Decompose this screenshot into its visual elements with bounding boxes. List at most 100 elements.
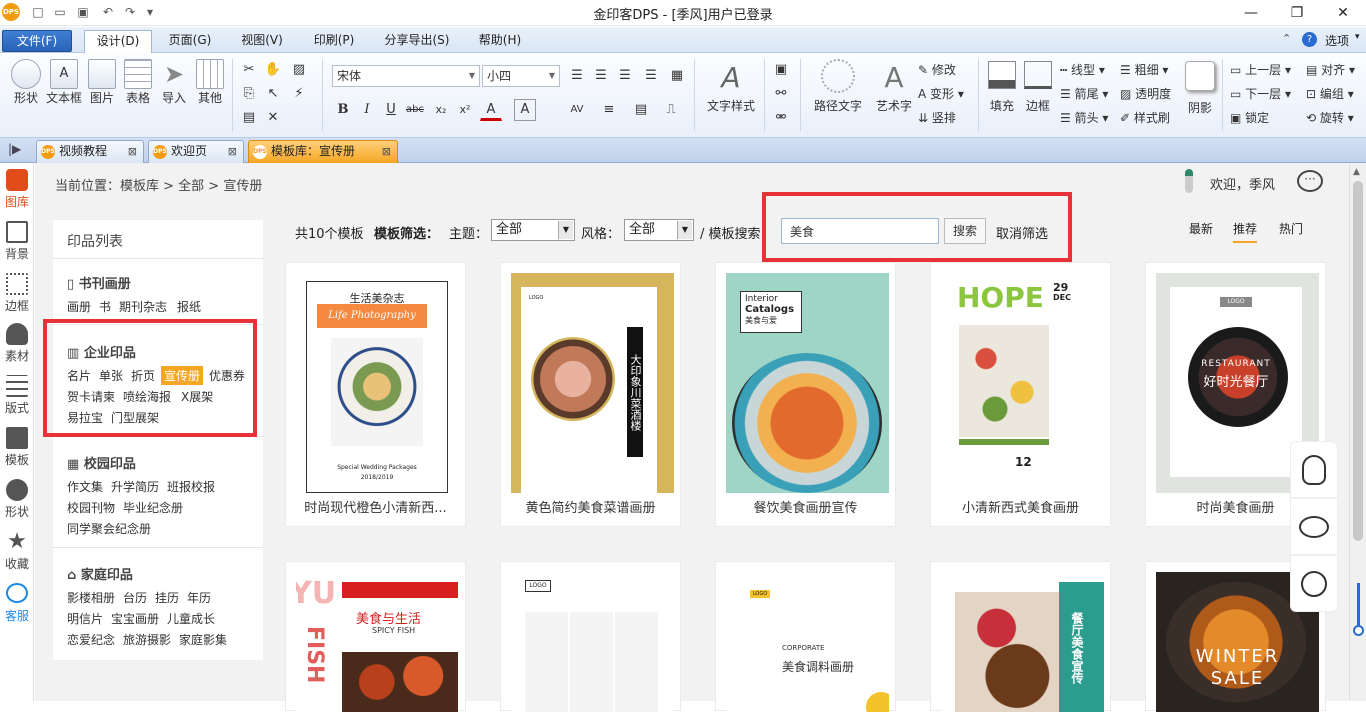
distribute-icon[interactable]: ▦ bbox=[666, 65, 688, 87]
menu-share-export[interactable]: 分享导出(S) bbox=[376, 30, 458, 52]
sidebar-item-gallery[interactable]: 图库 bbox=[0, 169, 34, 210]
scroll-thumb[interactable] bbox=[1353, 181, 1363, 541]
shadow-button[interactable]: 阴影 bbox=[1182, 59, 1218, 116]
scroll-up-icon[interactable]: ▲ bbox=[1353, 167, 1360, 177]
delete-icon[interactable]: ✕ bbox=[262, 107, 284, 129]
menu-view[interactable]: 视图(V) bbox=[232, 30, 292, 52]
font-family-select[interactable]: 宋体 ▼ bbox=[332, 65, 480, 87]
sort-recommend[interactable]: 推荐 bbox=[1233, 220, 1258, 243]
catalog-item[interactable]: 书 bbox=[99, 298, 111, 315]
catalog-item[interactable]: 明信片 bbox=[67, 610, 103, 627]
catalog-item[interactable]: 毕业纪念册 bbox=[123, 499, 183, 516]
italic-button[interactable]: I bbox=[356, 99, 378, 121]
line-spacing-icon[interactable]: ≡ bbox=[598, 99, 620, 121]
import-button[interactable]: ➤ 导入 bbox=[158, 59, 190, 106]
menu-help[interactable]: 帮助(H) bbox=[470, 30, 530, 52]
sidebar-item-shape[interactable]: 形状 bbox=[0, 479, 34, 520]
restore-button[interactable]: ❐ bbox=[1274, 0, 1320, 26]
style-brush-button[interactable]: ✐ 样式刷 bbox=[1120, 109, 1170, 126]
path-text-button[interactable]: 路径文字 bbox=[812, 59, 864, 114]
table-button[interactable]: 表格 bbox=[122, 59, 154, 106]
superscript-button[interactable]: x² bbox=[454, 99, 476, 121]
template-card[interactable]: Interior Catalogs 美食与爱 餐饮美食画册宣传 bbox=[715, 262, 896, 527]
art-text-button[interactable]: A 艺术字 bbox=[872, 59, 916, 114]
font-color-button[interactable]: A bbox=[480, 99, 502, 121]
catalog-item[interactable]: 恋爱纪念 bbox=[67, 631, 115, 648]
close-button[interactable]: ✕ bbox=[1320, 0, 1366, 26]
tab-template-library[interactable]: DPS 模板库：宣传册 ⊠ bbox=[248, 140, 398, 163]
template-card[interactable]: LOGO CORPORATE 美食调料画册 bbox=[715, 561, 896, 712]
arrow-tail-button[interactable]: ☰ 箭尾 ▾ bbox=[1060, 85, 1108, 102]
link-icon[interactable]: ⚯ bbox=[770, 83, 792, 105]
other-button[interactable]: 其他 bbox=[194, 59, 226, 106]
modify-button[interactable]: ✎ 修改 bbox=[918, 61, 956, 78]
pan-hand-icon[interactable]: ✋ bbox=[262, 59, 284, 81]
close-tab-icon[interactable]: ⊠ bbox=[382, 141, 391, 162]
message-icon[interactable]: ··· bbox=[1297, 170, 1323, 192]
collapse-ribbon-icon[interactable]: ⌃ bbox=[1282, 32, 1291, 45]
help-icon[interactable]: ? bbox=[1302, 32, 1317, 47]
align-center-icon[interactable]: ☰ bbox=[590, 65, 612, 87]
text-style-button[interactable]: A 文字样式 bbox=[702, 59, 760, 114]
minimize-button[interactable]: — bbox=[1228, 0, 1274, 26]
font-size-select[interactable]: 小四 ▼ bbox=[482, 65, 560, 87]
theme-select[interactable]: 全部 ▼ bbox=[491, 219, 575, 241]
align-right-icon[interactable]: ☰ bbox=[614, 65, 636, 87]
catalog-item[interactable]: 宝宝画册 bbox=[111, 610, 159, 627]
template-card[interactable]: 生活美杂志 Life Photography Special Wedding P… bbox=[285, 262, 466, 527]
template-card[interactable]: LOGO 大印象川菜酒楼 黄色简约美食菜谱画册 bbox=[500, 262, 681, 527]
vertical-text-button[interactable]: ⇊ 竖排 bbox=[918, 109, 956, 126]
transparency-button[interactable]: ▨ 透明度 bbox=[1120, 85, 1171, 102]
char-spacing-icon[interactable]: AV bbox=[566, 99, 588, 121]
underline-button[interactable]: U bbox=[380, 99, 402, 121]
catalog-item[interactable]: 班报校报 bbox=[167, 478, 215, 495]
sidebar-toggle-icon[interactable]: |▶ bbox=[8, 142, 21, 156]
text-shading-button[interactable]: A bbox=[514, 99, 536, 121]
catalog-item[interactable]: 年历 bbox=[187, 589, 211, 606]
customer-service-button[interactable] bbox=[1290, 555, 1338, 612]
text-direction-icon[interactable]: ⎍ bbox=[660, 99, 682, 121]
sidebar-item-template[interactable]: 模板 bbox=[0, 427, 34, 468]
catalog-item[interactable]: 期刊杂志 bbox=[119, 298, 167, 315]
menu-file[interactable]: 文件(F) bbox=[2, 30, 72, 52]
menu-page[interactable]: 页面(G) bbox=[160, 30, 220, 52]
menu-design[interactable]: 设计(D) bbox=[84, 30, 152, 54]
fill-button[interactable]: 填充 bbox=[984, 59, 1020, 114]
copy-icon[interactable]: ⎘ bbox=[238, 83, 260, 105]
template-card[interactable]: YU FISH 美食与生活 SPICY FISH bbox=[285, 561, 466, 712]
strikethrough-button[interactable]: abc bbox=[404, 99, 426, 121]
catalog-item[interactable]: 校园刊物 bbox=[67, 499, 115, 516]
template-card[interactable]: LOGO bbox=[500, 561, 681, 712]
image-edit-icon[interactable]: ▨ bbox=[288, 59, 310, 81]
shape-button[interactable]: 形状 bbox=[8, 59, 44, 106]
send-backward-button[interactable]: ▭ 下一层 ▾ bbox=[1230, 85, 1291, 102]
tab-welcome[interactable]: DPS 欢迎页 ⊠ bbox=[148, 140, 244, 163]
paragraph-icon[interactable]: ▤ bbox=[630, 99, 652, 121]
group-button[interactable]: ⊡ 编组 ▾ bbox=[1306, 85, 1354, 102]
catalog-item[interactable]: 儿童成长 bbox=[167, 610, 215, 627]
catalog-item[interactable]: 影楼相册 bbox=[67, 589, 115, 606]
catalog-item[interactable]: 报纸 bbox=[177, 298, 201, 315]
sidebar-item-support[interactable]: 客服 bbox=[0, 583, 34, 624]
paste-icon[interactable]: ▤ bbox=[238, 107, 260, 129]
menu-print[interactable]: 印刷(P) bbox=[304, 30, 364, 52]
chevron-down-icon[interactable]: ▾ bbox=[1355, 32, 1360, 42]
catalog-item[interactable]: 挂历 bbox=[155, 589, 179, 606]
arrow-head-button[interactable]: ☰ 箭头 ▾ bbox=[1060, 109, 1108, 126]
sidebar-item-border[interactable]: 边框 bbox=[0, 273, 34, 314]
thickness-button[interactable]: ☰ 粗细 ▾ bbox=[1120, 61, 1168, 78]
catalog-item[interactable]: 同学聚会纪念册 bbox=[67, 520, 151, 537]
catalog-item[interactable]: 作文集 bbox=[67, 478, 103, 495]
close-tab-icon[interactable]: ⊠ bbox=[128, 141, 137, 162]
wechat-service-button[interactable] bbox=[1290, 498, 1338, 555]
sort-latest[interactable]: 最新 bbox=[1189, 220, 1213, 237]
align-button[interactable]: ▤ 对齐 ▾ bbox=[1306, 61, 1355, 78]
catalog-item[interactable]: 台历 bbox=[123, 589, 147, 606]
sidebar-item-layout[interactable]: 版式 bbox=[0, 375, 34, 416]
catalog-item[interactable]: 升学简历 bbox=[111, 478, 159, 495]
text-frame-icon[interactable]: ▣ bbox=[770, 59, 792, 81]
magic-wand-icon[interactable]: ⚡ bbox=[288, 83, 310, 105]
zoom-slider-knob[interactable] bbox=[1353, 625, 1364, 636]
justify-icon[interactable]: ☰ bbox=[640, 65, 662, 87]
style-select[interactable]: 全部 ▼ bbox=[624, 219, 694, 241]
